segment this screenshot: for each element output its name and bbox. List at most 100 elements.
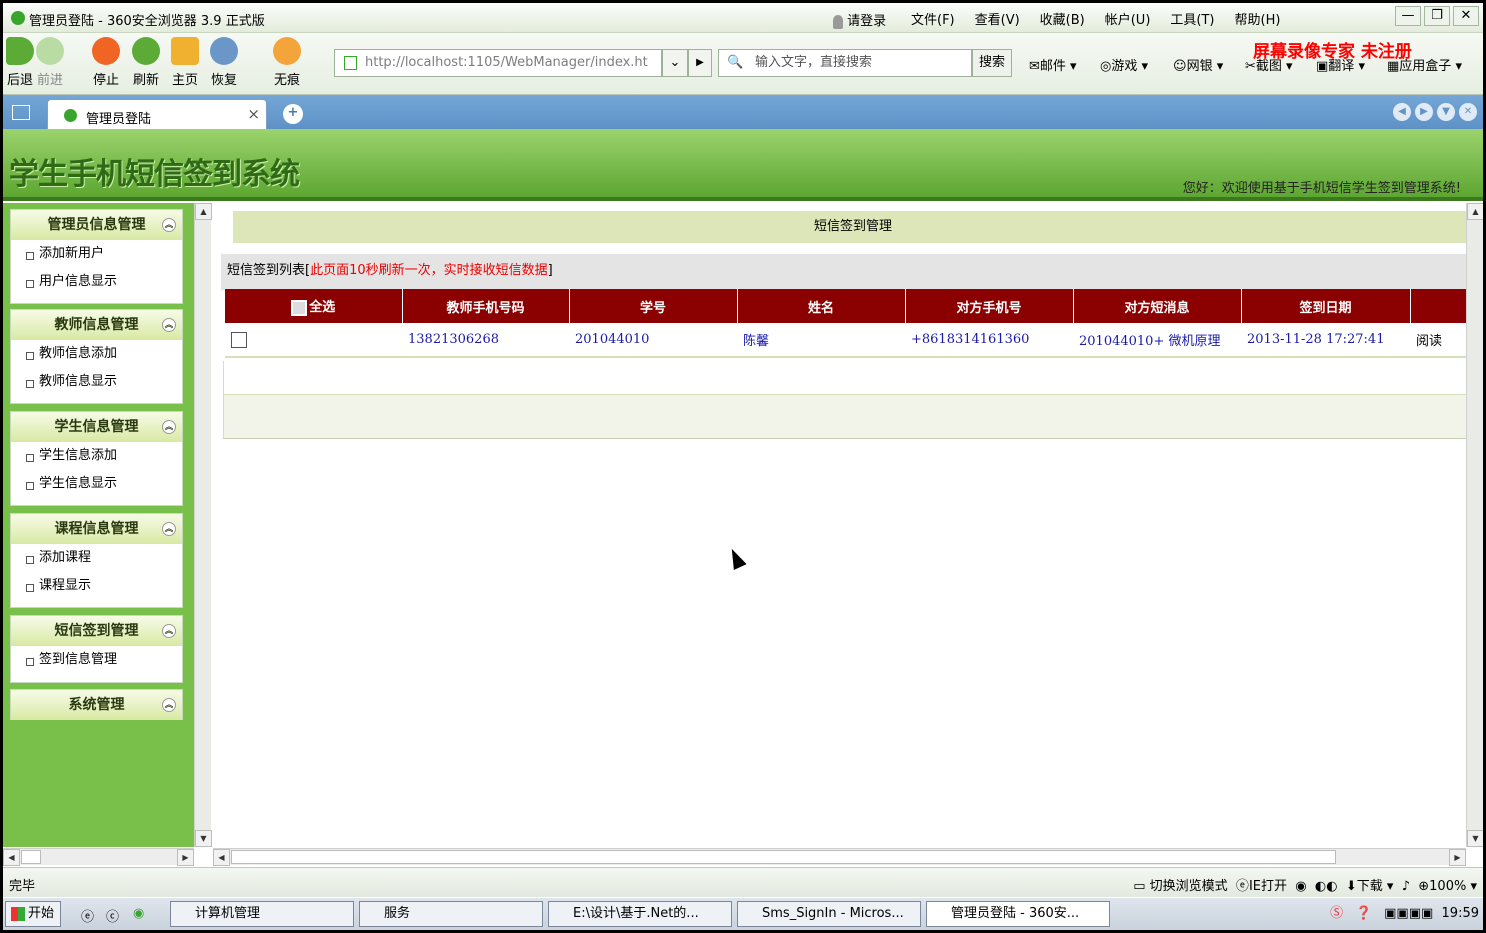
tab-right-icon[interactable]: ▶ [1415,103,1433,121]
tab-left-icon[interactable]: ◀ [1393,103,1411,121]
download-button[interactable]: ⬇下载 ▾ [1346,879,1394,894]
user-icon [833,14,843,29]
sidebar-item-user-list[interactable]: 用户信息显示 [11,268,182,296]
forward-button[interactable]: 前进 [36,37,64,88]
login-label[interactable]: 请登录 [847,14,886,29]
minimize-button[interactable]: — [1395,6,1421,26]
sidebar-item-add-teacher[interactable]: 教师信息添加 [11,340,182,368]
search-input[interactable]: 🔍 输入文字，直接搜索 [718,49,972,77]
row-checkbox[interactable] [231,331,247,348]
scroll-up-icon[interactable]: ▲ [1467,203,1483,220]
task-services[interactable]: 服务 [359,901,543,927]
scroll-thumb[interactable] [21,850,41,864]
scroll-thumb[interactable] [231,850,1336,864]
scroll-right-icon[interactable]: ▶ [177,849,194,866]
stop-button[interactable]: 停止 [92,37,120,88]
screenshot-button[interactable]: ✂截图 ▾ [1245,55,1293,74]
globe-icon[interactable]: ◉ [1295,879,1306,894]
sogou-icon[interactable]: Ⓢ [1330,906,1343,921]
quicklaunch-ie-icon[interactable]: ⓔ [81,906,94,925]
close-tab-icon[interactable]: × [247,105,260,123]
menu-tools[interactable]: 工具(T) [1160,9,1224,28]
menu-header-sms[interactable]: 短信签到管理 ︽ [11,616,182,646]
ie-open-button[interactable]: ⓔIE打开 [1236,879,1287,894]
sidebar-item-add-user[interactable]: 添加新用户 [11,240,182,268]
select-all-header[interactable]: 全选 [225,289,403,323]
search-button[interactable]: 搜索 [972,49,1012,77]
menu-title: 短信签到管理 [54,623,139,639]
sidebar-item-add-course[interactable]: 添加课程 [11,544,182,572]
task-visual-studio[interactable]: Sms_SignIn - Micros... [737,901,921,927]
restore-button[interactable]: 恢复 [210,37,238,88]
menu-header-student[interactable]: 学生信息管理 ︽ [11,412,182,442]
main-hscrollbar[interactable]: ◀ ▶ [213,848,1466,866]
collapse-icon[interactable]: ︽ [162,318,176,332]
tab-close-all-icon[interactable]: ✕ [1459,103,1477,121]
read-link[interactable]: 阅读 [1410,323,1466,358]
menu-help[interactable]: 帮助(H) [1225,9,1291,28]
scroll-left-icon[interactable]: ◀ [213,849,230,866]
translate-button[interactable]: ▣翻译 ▾ [1316,55,1365,74]
collapse-icon[interactable]: ︽ [162,698,176,712]
incognito-button[interactable]: 无痕 [273,37,301,88]
menu-header-admin[interactable]: 管理员信息管理 ︽ [11,210,182,240]
menu-account[interactable]: 帐户(U) [1095,9,1161,28]
address-bar[interactable]: http://localhost:1105/WebManager/index.h… [334,49,662,77]
sidebar-item-student-list[interactable]: 学生信息显示 [11,470,182,498]
collapse-icon[interactable]: ︽ [162,522,176,536]
scroll-down-icon[interactable]: ▼ [1467,830,1483,847]
sidebar-item-teacher-list[interactable]: 教师信息显示 [11,368,182,396]
maximize-button[interactable]: ❐ [1424,6,1450,26]
login-link[interactable]: 请登录 [833,10,886,29]
menu-header-teacher[interactable]: 教师信息管理 ︽ [11,310,182,340]
games-button[interactable]: ◎游戏 ▾ [1100,55,1148,74]
scroll-right-icon[interactable]: ▶ [1449,849,1466,866]
go-button[interactable]: ▶ [688,49,712,77]
appbox-button[interactable]: ▦应用盒子 ▾ [1387,55,1462,74]
sidebar-scrollbar[interactable]: ▲ ▼ [194,203,212,847]
close-button[interactable]: ✕ [1453,6,1479,26]
scroll-down-icon[interactable]: ▼ [195,830,212,847]
menu-file[interactable]: 文件(F) [901,9,965,28]
task-browser[interactable]: 管理员登陆 - 360安... [926,901,1110,927]
refresh-button[interactable]: 刷新 [132,37,160,88]
incognito-label: 无痕 [273,73,300,88]
main-scrollbar[interactable]: ▲ ▼ [1466,203,1483,847]
collapse-icon[interactable]: ︽ [162,420,176,434]
scroll-up-icon[interactable]: ▲ [195,203,212,220]
home-button[interactable]: 主页 [171,37,199,88]
quicklaunch-360-icon[interactable]: ◉ [133,906,144,921]
collapse-icon[interactable]: ︽ [162,624,176,638]
quicklaunch-browser-icon[interactable]: ⓒ [106,906,119,925]
collapse-icon[interactable]: ︽ [162,218,176,232]
sidebar-item-signin-manage[interactable]: 签到信息管理 [11,646,182,674]
back-button[interactable]: 后退 [6,37,34,88]
sidebar-toggle-button[interactable] [12,105,30,120]
tray-icons[interactable]: ▣▣▣▣ [1384,906,1433,921]
new-tab-button[interactable]: + [283,104,303,124]
start-button[interactable]: 开始 [5,901,61,927]
tab-admin-login[interactable]: 管理员登陆 × [47,99,267,129]
task-computer-management[interactable]: 计算机管理 [170,901,354,927]
menu-favorites[interactable]: 收藏(B) [1030,9,1095,28]
sidebar-item-add-student[interactable]: 学生信息添加 [11,442,182,470]
menu-header-system[interactable]: 系统管理 ︽ [11,690,182,720]
address-dropdown[interactable]: ⌄ [662,49,688,77]
toggle-icon[interactable]: ◐◐ [1315,879,1338,894]
menu-view[interactable]: 查看(V) [965,9,1030,28]
mail-button[interactable]: ✉邮件 ▾ [1029,55,1077,74]
volume-icon[interactable]: ♪ [1402,879,1410,894]
bank-button[interactable]: ☺网银 ▾ [1173,55,1223,74]
sidebar-hscrollbar[interactable]: ◀ ▶ [3,848,194,866]
sidebar-item-course-list[interactable]: 课程显示 [11,572,182,600]
address-text[interactable]: http://localhost:1105/WebManager/index.h… [365,55,648,70]
zoom-button[interactable]: ⊕100% ▾ [1418,879,1477,894]
browse-mode-button[interactable]: ▭ 切换浏览模式 [1133,879,1227,894]
select-all-checkbox[interactable] [291,299,308,316]
help-icon[interactable]: ❓ [1356,906,1372,921]
scroll-left-icon[interactable]: ◀ [3,849,20,866]
menu-header-course[interactable]: 课程信息管理 ︽ [11,514,182,544]
games-label: 游戏 [1111,59,1138,74]
task-explorer[interactable]: E:\设计\基于.Net的... [548,901,732,927]
tab-list-icon[interactable]: ▼ [1437,103,1455,121]
